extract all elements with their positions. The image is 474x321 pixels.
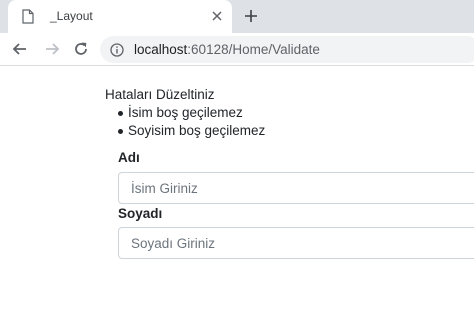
plus-icon[interactable] bbox=[243, 8, 259, 24]
reload-icon[interactable] bbox=[72, 40, 90, 58]
name-input[interactable] bbox=[118, 172, 474, 204]
info-icon[interactable] bbox=[110, 43, 124, 57]
arrow-right-icon[interactable] bbox=[43, 40, 61, 58]
error-list: İsim boş geçilemez Soyisim boş geçilemez bbox=[105, 104, 474, 140]
tab-title: _Layout bbox=[50, 9, 93, 23]
name-label: Adı bbox=[118, 150, 140, 165]
url-path: :60128/Home/Validate bbox=[187, 42, 320, 57]
error-item: İsim boş geçilemez bbox=[105, 104, 474, 122]
url-host: localhost bbox=[134, 42, 188, 57]
validation-summary: Hataları Düzeltiniz İsim boş geçilemez S… bbox=[105, 86, 474, 140]
browser-tab[interactable]: _Layout bbox=[8, 0, 232, 33]
url-text: localhost:60128/Home/Validate bbox=[134, 42, 320, 58]
surname-label: Soyadı bbox=[118, 206, 163, 221]
address-bar[interactable]: localhost:60128/Home/Validate bbox=[100, 36, 474, 63]
browser-toolbar: localhost:60128/Home/Validate bbox=[0, 33, 474, 66]
validation-summary-title: Hataları Düzeltiniz bbox=[105, 87, 215, 102]
tab-strip: _Layout bbox=[0, 0, 474, 33]
close-icon[interactable] bbox=[211, 10, 223, 22]
document-icon bbox=[22, 9, 34, 24]
error-item: Soyisim boş geçilemez bbox=[105, 122, 474, 140]
arrow-left-icon[interactable] bbox=[11, 40, 29, 58]
surname-input[interactable] bbox=[118, 227, 474, 259]
